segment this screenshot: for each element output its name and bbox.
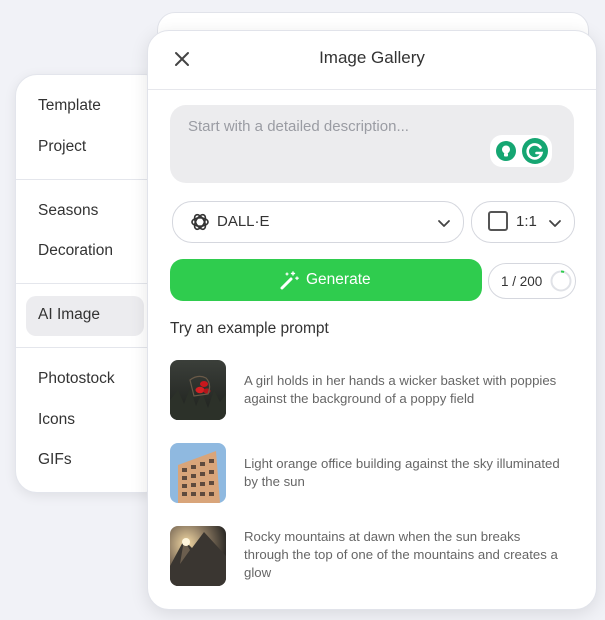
grammarly-icon[interactable] <box>522 138 548 164</box>
openai-logo-icon <box>191 213 209 231</box>
generation-counter: 1 / 200 <box>488 263 576 299</box>
generate-button[interactable]: Generate <box>170 259 482 301</box>
magic-wand-icon <box>280 271 299 290</box>
model-label: DALL·E <box>217 213 270 230</box>
sidebar-item-icons[interactable]: Icons <box>38 411 75 429</box>
counter-label: 1 / 200 <box>501 274 543 289</box>
sidebar-item-ai-image[interactable]: AI Image <box>38 306 100 324</box>
sidebar-divider <box>16 347 166 348</box>
sidebar-divider <box>16 283 166 284</box>
chevron-down-icon <box>438 220 450 227</box>
square-ratio-icon <box>488 211 508 231</box>
example-prompt-item[interactable]: Light orange office building against the… <box>170 443 580 505</box>
lightbulb-icon[interactable] <box>496 141 516 161</box>
sidebar-item-template[interactable]: Template <box>38 97 101 115</box>
example-thumbnail-mountains <box>170 526 226 586</box>
header-divider <box>148 89 596 90</box>
generate-label: Generate <box>306 271 371 288</box>
sidebar-item-seasons[interactable]: Seasons <box>38 202 98 220</box>
example-thumbnail-building <box>170 443 226 503</box>
example-prompt-item[interactable]: A girl holds in her hands a wicker baske… <box>170 360 580 422</box>
chevron-down-icon <box>549 220 561 227</box>
example-prompt-item[interactable]: Rocky mountains at dawn when the sun bre… <box>170 526 580 588</box>
aspect-ratio-select[interactable]: 1:1 <box>471 201 575 243</box>
category-sidebar: Template Project Seasons Decoration AI I… <box>15 74 167 493</box>
progress-ring-icon <box>550 270 572 292</box>
example-thumbnail-poppies <box>170 360 226 420</box>
extension-icons <box>490 135 552 167</box>
model-select[interactable]: DALL·E <box>172 201 464 243</box>
sidebar-divider <box>16 179 166 180</box>
sidebar-item-photostock[interactable]: Photostock <box>38 370 115 388</box>
sidebar-item-gifs[interactable]: GIFs <box>38 451 72 469</box>
example-prompt-text: A girl holds in her hands a wicker baske… <box>244 373 557 406</box>
examples-heading: Try an example prompt <box>170 320 329 337</box>
prompt-box[interactable] <box>170 105 574 183</box>
panel-title: Image Gallery <box>319 48 425 67</box>
example-prompt-text: Rocky mountains at dawn when the sun bre… <box>244 529 558 580</box>
example-prompt-text: Light orange office building against the… <box>244 456 560 489</box>
sidebar-item-decoration[interactable]: Decoration <box>38 242 113 260</box>
sidebar-item-project[interactable]: Project <box>38 138 86 156</box>
image-gallery-panel: Image Gallery DALL·E <box>147 30 597 610</box>
panel-pointer <box>148 303 160 328</box>
prompt-input[interactable] <box>186 117 490 136</box>
aspect-ratio-label: 1:1 <box>516 213 537 230</box>
